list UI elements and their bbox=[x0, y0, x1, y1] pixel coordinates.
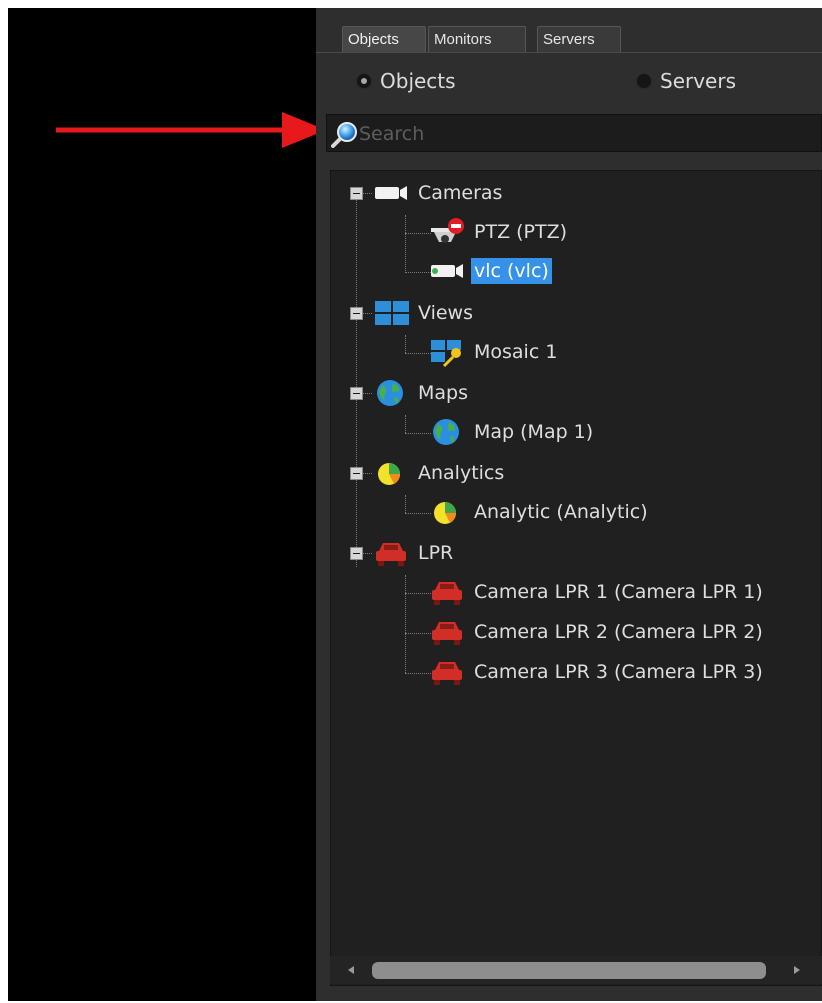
tree-item-analytics[interactable]: Analytics bbox=[373, 455, 507, 491]
tree-item-mosaic-1-label: Mosaic 1 bbox=[474, 341, 558, 363]
views-grid-icon bbox=[375, 301, 409, 325]
tree-item-camera-lpr-1[interactable]: Camera LPR 1 (Camera LPR 1) bbox=[429, 574, 766, 610]
red-arrow-pointer bbox=[56, 112, 326, 148]
tree-item-lpr-label: LPR bbox=[418, 542, 454, 564]
tree-connector bbox=[405, 513, 431, 514]
car-icon bbox=[432, 662, 462, 685]
tree-analytics-connector bbox=[405, 495, 406, 513]
tree-cameras-connector bbox=[405, 215, 406, 273]
black-background bbox=[8, 8, 316, 1001]
radio-servers-label: Servers bbox=[660, 69, 737, 93]
radio-servers[interactable]: Servers bbox=[636, 66, 736, 96]
tree-item-ptz-label: PTZ (PTZ) bbox=[474, 221, 568, 243]
tree-item-analytic-label: Analytic (Analytic) bbox=[474, 501, 648, 523]
tree-maps-connector bbox=[405, 415, 406, 433]
tree-item-maps[interactable]: Maps bbox=[373, 375, 471, 411]
collapse-views-button[interactable] bbox=[350, 307, 363, 320]
car-icon bbox=[432, 622, 462, 645]
tab-servers[interactable]: Servers bbox=[537, 26, 621, 52]
tree-item-views[interactable]: Views bbox=[373, 295, 476, 331]
tree-item-analytics-label: Analytics bbox=[418, 462, 505, 484]
scrollbar-thumb[interactable] bbox=[372, 962, 766, 979]
tree-item-lpr[interactable]: LPR bbox=[373, 535, 456, 571]
collapse-lpr-button[interactable] bbox=[350, 547, 363, 560]
tree-item-camera-lpr-3[interactable]: Camera LPR 3 (Camera LPR 3) bbox=[429, 654, 766, 690]
camera-icon bbox=[375, 186, 407, 200]
tree-views-connector bbox=[405, 335, 406, 353]
radio-objects[interactable]: Objects bbox=[356, 66, 456, 96]
tab-monitors[interactable]: Monitors bbox=[428, 26, 526, 52]
search-icon[interactable] bbox=[331, 120, 359, 148]
tree-item-camera-lpr-2-label: Camera LPR 2 (Camera LPR 2) bbox=[474, 621, 763, 643]
tree-connector bbox=[405, 673, 431, 674]
collapse-cameras-button[interactable] bbox=[350, 187, 363, 200]
tree-connector bbox=[405, 272, 431, 273]
pie-chart-icon bbox=[378, 463, 401, 485]
globe-icon bbox=[433, 419, 459, 445]
horizontal-scrollbar[interactable] bbox=[330, 956, 822, 984]
tree-item-views-label: Views bbox=[418, 302, 473, 324]
tree-item-vlc-label: vlc (vlc) bbox=[471, 258, 552, 284]
tree-item-map-1[interactable]: Map (Map 1) bbox=[429, 414, 596, 450]
tree-item-camera-lpr-3-label: Camera LPR 3 (Camera LPR 3) bbox=[474, 661, 763, 683]
tab-divider bbox=[316, 52, 822, 53]
ptz-camera-icon bbox=[431, 218, 464, 243]
pie-chart-icon bbox=[434, 502, 457, 524]
tree-connector bbox=[405, 633, 431, 634]
search-box[interactable] bbox=[326, 114, 822, 152]
radio-servers-indicator[interactable] bbox=[636, 73, 652, 89]
tree-item-analytic[interactable]: Analytic (Analytic) bbox=[429, 494, 651, 530]
scroll-left-arrow-icon[interactable] bbox=[344, 963, 358, 977]
tree-item-cameras[interactable]: Cameras bbox=[373, 175, 505, 211]
mosaic-key-icon bbox=[431, 340, 461, 368]
tree-item-cameras-label: Cameras bbox=[418, 182, 503, 204]
car-icon bbox=[432, 582, 462, 605]
tree-item-map-1-label: Map (Map 1) bbox=[474, 421, 594, 443]
tab-objects[interactable]: Objects bbox=[342, 26, 426, 52]
scroll-right-arrow-icon[interactable] bbox=[790, 963, 804, 977]
tree-lpr-connector bbox=[405, 575, 406, 673]
globe-icon bbox=[377, 380, 403, 406]
tree-item-camera-lpr-1-label: Camera LPR 1 (Camera LPR 1) bbox=[474, 581, 763, 603]
search-input[interactable] bbox=[357, 119, 801, 149]
tree-connector bbox=[405, 593, 431, 594]
tree-item-mosaic-1[interactable]: Mosaic 1 bbox=[429, 334, 560, 370]
radio-objects-indicator[interactable] bbox=[356, 73, 372, 89]
tree-item-vlc[interactable]: vlc (vlc) bbox=[429, 253, 552, 289]
radio-objects-label: Objects bbox=[380, 69, 456, 93]
tree-item-maps-label: Maps bbox=[418, 382, 468, 404]
collapse-analytics-button[interactable] bbox=[350, 467, 363, 480]
tab-bar: Objects Monitors Servers bbox=[316, 8, 822, 53]
collapse-maps-button[interactable] bbox=[350, 387, 363, 400]
tree-connector bbox=[405, 433, 431, 434]
tree-item-camera-lpr-2[interactable]: Camera LPR 2 (Camera LPR 2) bbox=[429, 614, 766, 650]
object-browser-panel: Objects Monitors Servers Objects Servers bbox=[316, 8, 822, 1001]
camera-icon bbox=[431, 264, 463, 278]
tree-root-connector bbox=[356, 197, 357, 567]
tree-connector bbox=[405, 233, 431, 234]
tree-item-ptz[interactable]: PTZ (PTZ) bbox=[429, 214, 570, 250]
tree-connector bbox=[405, 353, 431, 354]
object-tree[interactable]: Cameras PTZ (PTZ) vlc (vlc) Views Mosaic… bbox=[330, 170, 822, 986]
car-icon bbox=[376, 543, 406, 566]
